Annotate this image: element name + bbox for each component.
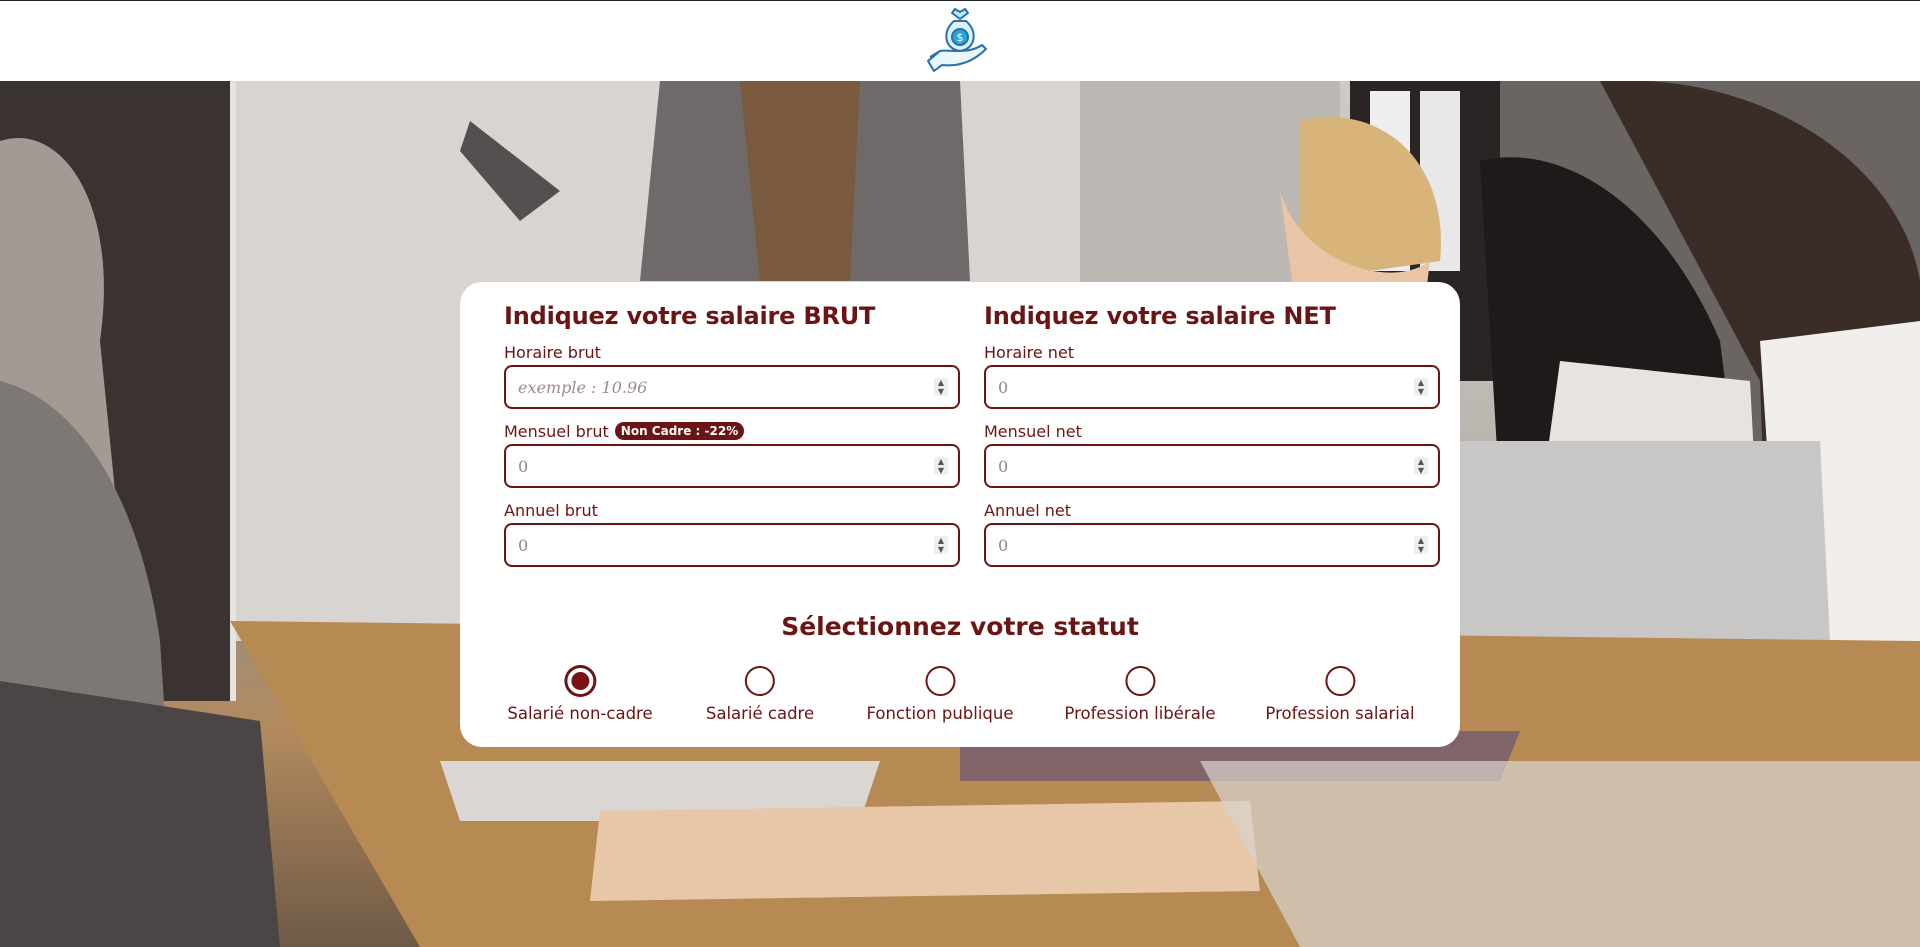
radio-circle[interactable] xyxy=(1325,666,1355,696)
annuel-net-input[interactable] xyxy=(986,525,1438,565)
horaire-net-field: Horaire net ▲▼ xyxy=(984,342,1440,409)
non-cadre-badge: Non Cadre : -22% xyxy=(614,422,745,440)
spinner-up-icon[interactable]: ▲ xyxy=(1414,457,1428,466)
annuel-net-input-box: ▲▼ xyxy=(984,523,1440,567)
mensuel-brut-field: Mensuel brut Non Cadre : -22% ▲▼ xyxy=(504,421,960,488)
mensuel-brut-label-text: Mensuel brut xyxy=(504,421,609,441)
horaire-brut-input-box: ▲▼ xyxy=(504,365,960,409)
brut-column: Indiquez votre salaire BRUT Horaire brut… xyxy=(504,302,960,579)
horaire-brut-label: Horaire brut xyxy=(504,342,960,362)
mensuel-net-label: Mensuel net xyxy=(984,421,1440,441)
net-title: Indiquez votre salaire NET xyxy=(984,302,1336,330)
annuel-net-label-text: Annuel net xyxy=(984,500,1071,520)
spinner-up-icon[interactable]: ▲ xyxy=(1414,378,1428,387)
annuel-brut-spinner[interactable]: ▲ ▼ xyxy=(934,536,948,554)
annuel-net-spinner[interactable]: ▲ ▼ xyxy=(1414,536,1428,554)
radio-label[interactable]: Profession libérale xyxy=(1064,704,1215,723)
annuel-brut-input[interactable] xyxy=(506,525,958,565)
statut-radio-group: Salarié non-cadre Salarié cadre Fonction… xyxy=(460,666,1460,726)
mensuel-net-input[interactable] xyxy=(986,446,1438,486)
mensuel-net-field: Mensuel net ▲▼ xyxy=(984,421,1440,488)
radio-circle[interactable] xyxy=(565,666,595,696)
site-header: $ xyxy=(0,1,1920,81)
horaire-brut-input[interactable] xyxy=(506,367,958,407)
radio-label[interactable]: Profession salarial xyxy=(1265,704,1414,723)
horaire-net-input[interactable] xyxy=(986,367,1438,407)
horaire-brut-field: Horaire brut ▲▼ xyxy=(504,342,960,409)
mensuel-brut-label: Mensuel brut Non Cadre : -22% xyxy=(504,421,960,441)
mensuel-net-input-box: ▲▼ xyxy=(984,444,1440,488)
statut-title: Sélectionnez votre statut xyxy=(781,612,1139,641)
radio-salarie-non-cadre[interactable]: Salarié non-cadre xyxy=(507,666,653,723)
radio-profession-liberale[interactable]: Profession libérale xyxy=(1064,666,1216,723)
spinner-down-icon[interactable]: ▼ xyxy=(934,466,948,475)
mensuel-brut-spinner[interactable]: ▲ ▼ xyxy=(934,457,948,475)
horaire-brut-label-text: Horaire brut xyxy=(504,342,601,362)
radio-label[interactable]: Fonction publique xyxy=(866,704,1013,723)
net-column: Indiquez votre salaire NET Horaire net ▲… xyxy=(984,302,1440,579)
money-bag-hand-icon[interactable]: $ xyxy=(924,5,996,77)
mensuel-net-label-text: Mensuel net xyxy=(984,421,1082,441)
svg-text:$: $ xyxy=(957,31,964,44)
spinner-down-icon[interactable]: ▼ xyxy=(934,387,948,396)
mensuel-brut-input[interactable] xyxy=(506,446,958,486)
radio-salarie-cadre[interactable]: Salarié cadre xyxy=(706,666,814,723)
radio-label[interactable]: Salarié non-cadre xyxy=(507,704,652,723)
spinner-down-icon[interactable]: ▼ xyxy=(1414,466,1428,475)
horaire-net-spinner[interactable]: ▲ ▼ xyxy=(1414,378,1428,396)
annuel-net-label: Annuel net xyxy=(984,500,1440,520)
spinner-up-icon[interactable]: ▲ xyxy=(934,536,948,545)
annuel-net-field: Annuel net ▲▼ xyxy=(984,500,1440,567)
radio-circle[interactable] xyxy=(1124,666,1155,696)
radio-label[interactable]: Salarié cadre xyxy=(706,704,814,723)
annuel-brut-label: Annuel brut xyxy=(504,500,960,520)
annuel-brut-label-text: Annuel brut xyxy=(504,500,598,520)
radio-profession-salarial[interactable]: Profession salarial xyxy=(1265,666,1415,723)
spinner-up-icon[interactable]: ▲ xyxy=(934,457,948,466)
salary-calculator-card: Indiquez votre salaire BRUT Horaire brut… xyxy=(460,282,1460,747)
annuel-brut-input-box: ▲▼ xyxy=(504,523,960,567)
mensuel-net-spinner[interactable]: ▲ ▼ xyxy=(1414,457,1428,475)
horaire-net-label-text: Horaire net xyxy=(984,342,1075,362)
horaire-net-input-box: ▲▼ xyxy=(984,365,1440,409)
radio-fonction-publique[interactable]: Fonction publique xyxy=(866,666,1014,723)
horaire-brut-spinner[interactable]: ▲ ▼ xyxy=(934,378,948,396)
spinner-up-icon[interactable]: ▲ xyxy=(934,378,948,387)
radio-circle[interactable] xyxy=(745,666,775,696)
mensuel-brut-input-box: ▲▼ xyxy=(504,444,960,488)
annuel-brut-field: Annuel brut ▲▼ xyxy=(504,500,960,567)
spinner-down-icon[interactable]: ▼ xyxy=(1414,545,1428,554)
brut-title: Indiquez votre salaire BRUT xyxy=(504,302,876,330)
horaire-net-label: Horaire net xyxy=(984,342,1440,362)
spinner-down-icon[interactable]: ▼ xyxy=(934,545,948,554)
spinner-up-icon[interactable]: ▲ xyxy=(1414,536,1428,545)
spinner-down-icon[interactable]: ▼ xyxy=(1414,387,1428,396)
radio-circle[interactable] xyxy=(924,666,955,696)
